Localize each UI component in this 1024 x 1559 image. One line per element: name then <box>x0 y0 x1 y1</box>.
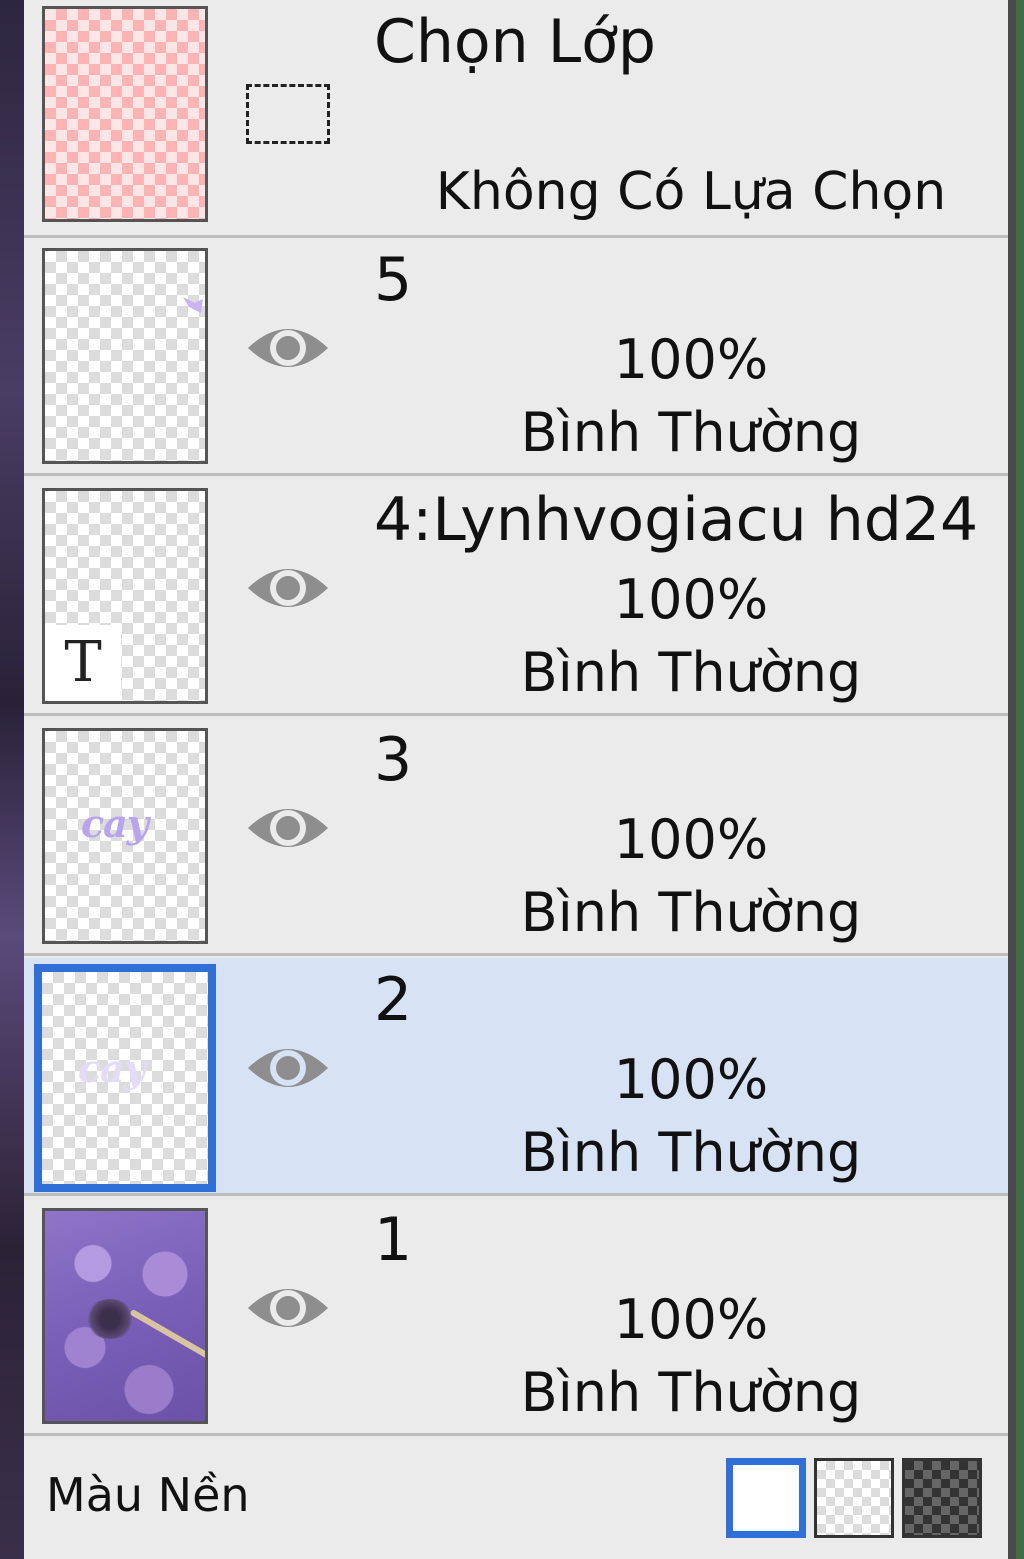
layer-thumbnail: T <box>42 488 208 704</box>
layer-name: 1 <box>374 1205 413 1275</box>
selection-layer-thumbnail <box>42 6 208 222</box>
layer-row-5[interactable]: 5 100% Bình Thường <box>24 238 1008 476</box>
layer-name: 4:Lynhvogiacu hd24 <box>374 485 979 555</box>
thumbnail-text: cay <box>78 1046 146 1091</box>
bg-light-checker-swatch[interactable] <box>814 1458 894 1538</box>
selection-layer-title: Chọn Lớp <box>374 7 656 77</box>
spoon-image <box>129 1308 205 1360</box>
text-layer-badge: T <box>45 625 121 701</box>
lavender-image <box>85 1299 135 1339</box>
layer-name: 5 <box>374 245 413 315</box>
layer-name: 2 <box>374 965 413 1035</box>
background-color-row: Màu Nền <box>24 1438 1008 1559</box>
layer-thumbnail: cay <box>42 728 208 944</box>
layer-blend-mode: Bình Thường <box>520 1361 862 1424</box>
bg-white-swatch[interactable] <box>726 1458 806 1538</box>
layer-row-4[interactable]: T 4:Lynhvogiacu hd24 100% Bình Thường <box>24 478 1008 716</box>
layer-blend-mode: Bình Thường <box>520 1121 862 1184</box>
layer-row-2[interactable]: cay 2 100% Bình Thường <box>24 958 1008 1196</box>
bg-dark-checker-swatch[interactable] <box>902 1458 982 1538</box>
layer-thumbnail-photo <box>42 1208 208 1424</box>
layer-opacity: 100% <box>613 1048 769 1111</box>
visibility-eye-icon[interactable] <box>246 558 330 618</box>
layer-opacity: 100% <box>613 808 769 871</box>
canvas-background-strip <box>0 0 24 1559</box>
layer-blend-mode: Bình Thường <box>520 641 862 704</box>
visibility-eye-icon[interactable] <box>246 1278 330 1338</box>
layer-blend-mode: Bình Thường <box>520 401 862 464</box>
visibility-eye-icon[interactable] <box>246 1038 330 1098</box>
layers-panel: Chọn Lớp Không Có Lựa Chọn 5 100% Bình T… <box>24 0 1008 1559</box>
right-edge <box>1008 0 1024 1559</box>
layer-thumbnail <box>42 248 208 464</box>
layer-opacity: 100% <box>613 568 769 631</box>
selection-layer-row[interactable]: Chọn Lớp Không Có Lựa Chọn <box>24 0 1008 238</box>
layer-thumbnail-selected: cay <box>34 964 216 1192</box>
layer-row-1[interactable]: 1 100% Bình Thường <box>24 1198 1008 1436</box>
background-color-label: Màu Nền <box>46 1468 250 1522</box>
layer-blend-mode: Bình Thường <box>520 881 862 944</box>
layer-name: 3 <box>374 725 413 795</box>
layer-row-3[interactable]: cay 3 100% Bình Thường <box>24 718 1008 956</box>
purple-mark-icon <box>183 297 203 313</box>
selection-layer-status: Không Có Lựa Chọn <box>435 162 947 222</box>
layer-opacity: 100% <box>613 1288 769 1351</box>
visibility-eye-icon[interactable] <box>246 318 330 378</box>
visibility-eye-icon[interactable] <box>246 798 330 858</box>
layer-opacity: 100% <box>613 328 769 391</box>
thumbnail-text: cay <box>81 801 149 846</box>
selection-marquee-icon <box>246 84 330 144</box>
